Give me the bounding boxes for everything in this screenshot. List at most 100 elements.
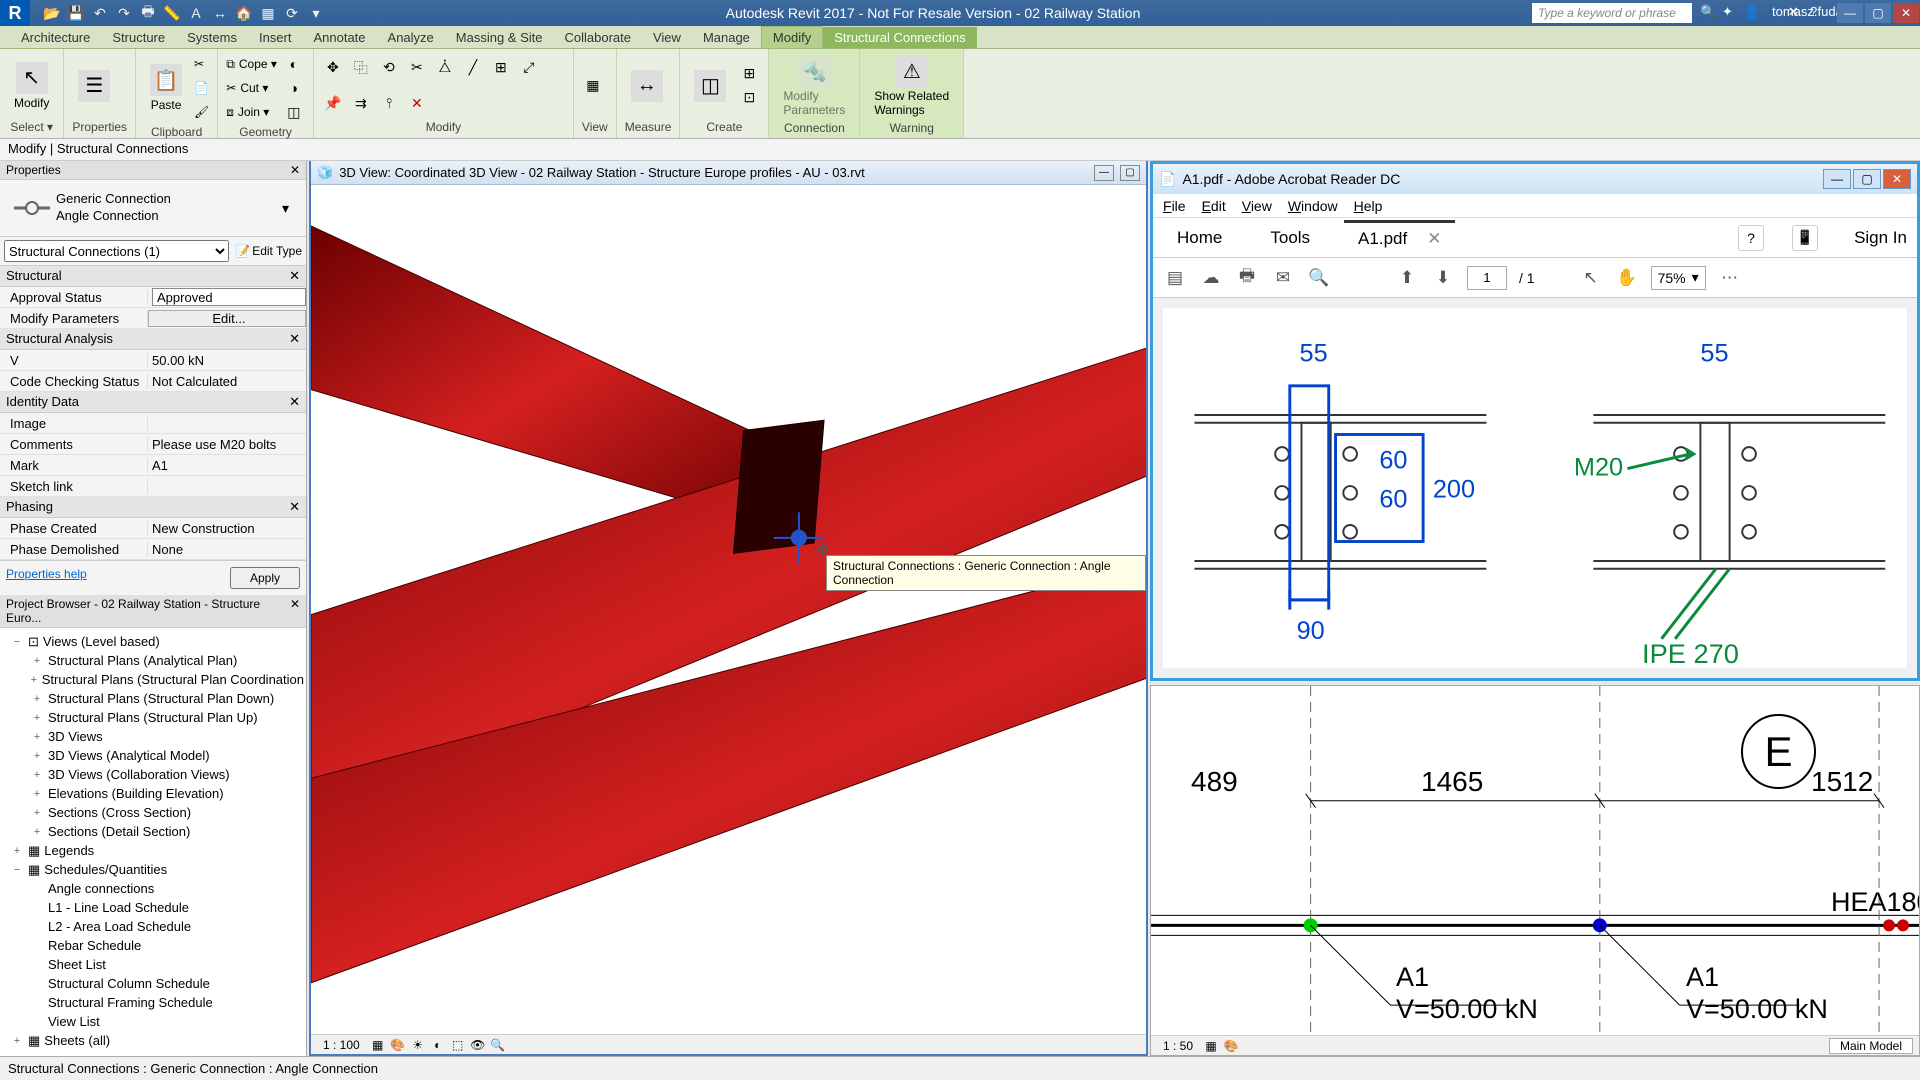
expand-icon[interactable]: + xyxy=(30,750,44,762)
tree-item[interactable]: +Sections (Detail Section) xyxy=(2,822,304,841)
qat-section-icon[interactable]: ▦ xyxy=(258,3,278,23)
tree-item[interactable]: +3D Views (Analytical Model) xyxy=(2,746,304,765)
tab-annotate[interactable]: Annotate xyxy=(302,27,376,48)
prop-section-identity-data[interactable]: Identity Data✕ xyxy=(0,392,306,413)
offset-icon[interactable]: ⇉ xyxy=(350,92,372,114)
tree-item[interactable]: −⊡Views (Level based) xyxy=(2,632,304,651)
tree-item[interactable]: −▦Schedules/Quantities xyxy=(2,860,304,879)
tree-item[interactable]: L1 - Line Load Schedule xyxy=(2,898,304,917)
delete-icon[interactable]: ✕ xyxy=(406,92,428,114)
tab-massing[interactable]: Massing & Site xyxy=(445,27,554,48)
type-selector[interactable]: Generic ConnectionAngle Connection ▾ xyxy=(0,180,306,237)
exchange-icon[interactable]: ✕ xyxy=(1788,4,1806,22)
qat-undo-icon[interactable]: ↶ xyxy=(90,3,110,23)
expand-icon[interactable]: − xyxy=(10,864,24,876)
qat-redo-icon[interactable]: ↷ xyxy=(114,3,134,23)
help-icon[interactable]: ? xyxy=(1810,4,1828,22)
viewport-plan[interactable]: E 489 1465 1512 HEA180 A1V=50.00 kN A1V=… xyxy=(1150,685,1920,1056)
expand-icon[interactable]: + xyxy=(30,731,44,743)
tab-structural-connections[interactable]: Structural Connections xyxy=(823,27,977,48)
more-icon[interactable]: ⋯ xyxy=(1718,266,1742,290)
qat-text-icon[interactable]: A xyxy=(186,3,206,23)
qat-dropdown-icon[interactable]: ▾ xyxy=(306,3,326,23)
create-group-icon[interactable]: ⊞ xyxy=(738,63,760,85)
expand-icon[interactable]: + xyxy=(30,788,44,800)
qat-open-icon[interactable]: 📂 xyxy=(42,3,62,23)
scale-label[interactable]: 1 : 100 xyxy=(317,1037,366,1053)
tab-close-icon[interactable]: ✕ xyxy=(1427,229,1441,248)
tree-item[interactable]: +Structural Plans (Structural Plan Coord… xyxy=(2,670,304,689)
workset-label[interactable]: Main Model xyxy=(1829,1038,1913,1054)
tree-item[interactable]: Sheet List xyxy=(2,955,304,974)
cloud-icon[interactable]: ☁ xyxy=(1199,266,1223,290)
prop-section-structural-analysis[interactable]: Structural Analysis✕ xyxy=(0,329,306,350)
acrobat-close-button[interactable]: ✕ xyxy=(1883,169,1911,189)
user-name[interactable]: tomasz.fudala xyxy=(1766,4,1784,22)
geom-3-icon[interactable]: ◫ xyxy=(283,101,305,123)
tree-item[interactable]: +Structural Plans (Analytical Plan) xyxy=(2,651,304,670)
search-input[interactable]: Type a keyword or phrase xyxy=(1532,3,1692,23)
acrobat-minimize-button[interactable]: — xyxy=(1823,169,1851,189)
page-input[interactable] xyxy=(1467,266,1507,290)
visual-style-icon[interactable]: 🎨 xyxy=(390,1037,406,1053)
shadows-icon[interactable]: ◐ xyxy=(430,1037,446,1053)
tab-collaborate[interactable]: Collaborate xyxy=(553,27,642,48)
crop-icon[interactable]: ⬚ xyxy=(450,1037,466,1053)
menu-file[interactable]: File xyxy=(1163,198,1186,214)
move-icon[interactable]: ✥ xyxy=(322,57,344,79)
view-minimize-button[interactable]: — xyxy=(1094,165,1114,181)
tree-item[interactable]: +Elevations (Building Elevation) xyxy=(2,784,304,803)
menu-view[interactable]: View xyxy=(1242,198,1272,214)
paste-button[interactable]: 📋Paste xyxy=(144,62,188,114)
zoom-select[interactable]: 75%▾ xyxy=(1651,266,1706,290)
qat-3d-icon[interactable]: 🏠 xyxy=(234,3,254,23)
scale-icon[interactable]: ⤢ xyxy=(518,57,540,79)
page-down-icon[interactable]: ⬇ xyxy=(1431,266,1455,290)
print-icon[interactable]: 🖶 xyxy=(1235,266,1259,290)
help-icon[interactable]: ? xyxy=(1738,225,1764,251)
scale-label-plan[interactable]: 1 : 50 xyxy=(1157,1038,1199,1054)
tree-item[interactable]: +3D Views (Collaboration Views) xyxy=(2,765,304,784)
expand-icon[interactable]: + xyxy=(10,1035,24,1047)
split-icon[interactable]: ╱ xyxy=(462,57,484,79)
mobile-icon[interactable]: 📱 xyxy=(1792,225,1818,251)
create-button[interactable]: ◫ xyxy=(688,68,732,104)
tab-structure[interactable]: Structure xyxy=(101,27,176,48)
prop-input[interactable] xyxy=(152,288,306,306)
tree-item[interactable]: +▦Legends xyxy=(2,841,304,860)
search-icon[interactable]: 🔍 xyxy=(1307,266,1331,290)
signin-button[interactable]: Sign In xyxy=(1854,228,1907,248)
tree-item[interactable]: Angle connections xyxy=(2,879,304,898)
email-icon[interactable]: ✉ xyxy=(1271,266,1295,290)
tab-systems[interactable]: Systems xyxy=(176,27,248,48)
tree-item[interactable]: +3D Views xyxy=(2,727,304,746)
qat-save-icon[interactable]: 💾 xyxy=(66,3,86,23)
expand-icon[interactable]: + xyxy=(30,769,44,781)
expand-icon[interactable]: + xyxy=(30,826,44,838)
instance-filter-select[interactable]: Structural Connections (1) xyxy=(4,240,229,262)
cope-button[interactable]: ⧉Cope ▾ xyxy=(226,53,277,75)
tree-item[interactable]: +Structural Plans (Structural Plan Up) xyxy=(2,708,304,727)
window-close-button[interactable]: ✕ xyxy=(1893,3,1919,23)
show-warnings-button[interactable]: ⚠Show Related Warnings xyxy=(868,53,955,119)
signin-icon[interactable]: 👤 xyxy=(1744,4,1762,22)
create-similar-icon[interactable]: ⊡ xyxy=(738,87,760,109)
tree-item[interactable]: +Structural Plans (Structural Plan Down) xyxy=(2,689,304,708)
expand-icon[interactable]: + xyxy=(30,674,38,686)
acrobat-maximize-button[interactable]: ▢ xyxy=(1853,169,1881,189)
tree-item[interactable]: View List xyxy=(2,1012,304,1031)
expand-icon[interactable]: − xyxy=(10,636,24,648)
tree-item[interactable]: L2 - Area Load Schedule xyxy=(2,917,304,936)
qat-dim-icon[interactable]: ↔ xyxy=(210,3,230,23)
tree-item[interactable]: +▦Sheets (all) xyxy=(2,1031,304,1050)
properties-close-icon[interactable]: ✕ xyxy=(290,163,300,177)
join-button[interactable]: ⧈Join ▾ xyxy=(226,101,277,123)
acrobat-tab-document[interactable]: A1.pdf✕ xyxy=(1344,220,1455,255)
menu-window[interactable]: Window xyxy=(1288,198,1338,214)
sun-path-icon[interactable]: ☀ xyxy=(410,1037,426,1053)
copy-icon[interactable]: ⿻ xyxy=(350,57,372,79)
expand-icon[interactable]: + xyxy=(30,693,44,705)
array-icon[interactable]: ⊞ xyxy=(490,57,512,79)
rotate-icon[interactable]: ⟲ xyxy=(378,57,400,79)
tab-modify[interactable]: Modify xyxy=(761,26,823,48)
